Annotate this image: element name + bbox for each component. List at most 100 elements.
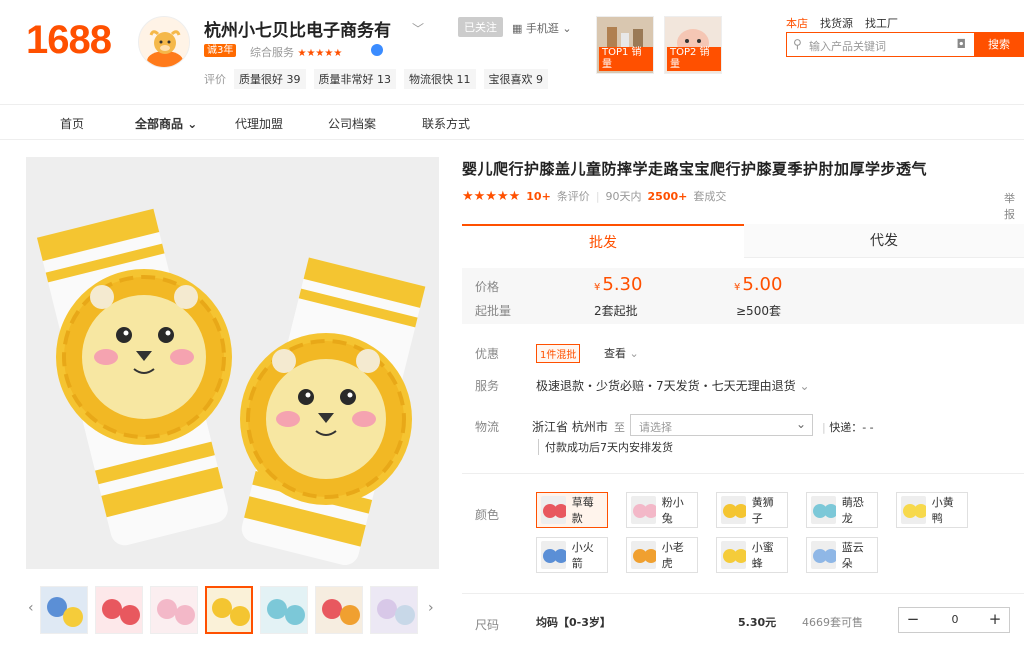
express-fee: | 快递：- -: [822, 421, 874, 434]
mobile-browse-link[interactable]: ▦ 手机逛 ⌄: [512, 20, 572, 36]
chevron-down-icon[interactable]: ﹀: [412, 20, 424, 37]
sku-price: 5.30元: [738, 616, 777, 629]
top-label: TOP1 销量: [599, 47, 653, 71]
color-option-label: 萌恐龙: [841, 496, 864, 525]
destination-placeholder: 请选择: [639, 421, 672, 434]
color-option[interactable]: 粉小兔: [626, 492, 698, 528]
thumbnail[interactable]: [315, 586, 363, 634]
sales-prefix: 90天内: [605, 190, 642, 203]
top-label: TOP2 销量: [667, 47, 721, 71]
rating-stars: ★★★★★: [462, 188, 521, 204]
lion-knee-pads-image: [26, 157, 439, 569]
destination-select[interactable]: 请选择 ⌄: [630, 414, 813, 436]
tab-dropship[interactable]: 代发: [744, 224, 1024, 258]
review-count[interactable]: 10+: [526, 190, 551, 203]
price-box: 价格 起批量 ¥5.30 2套起批 ¥5.00 ≥500套: [462, 268, 1024, 324]
tier-min: ≥500套: [736, 304, 781, 318]
to-label: 至: [614, 421, 625, 434]
service-stars: ★★★★★: [297, 48, 343, 59]
tier-price: ¥5.00: [734, 274, 783, 295]
color-option[interactable]: 小蜜蜂: [716, 537, 788, 573]
color-option[interactable]: 小火箭: [536, 537, 608, 573]
qr-icon: ▦: [512, 22, 523, 35]
combined-service: 综合服务 ★★★★★: [250, 44, 342, 60]
quantity-value[interactable]: 0: [937, 613, 973, 626]
color-swatch: [631, 496, 656, 524]
mobile-label: 手机逛: [525, 22, 559, 35]
scope-tab-factory[interactable]: 找工厂: [865, 15, 898, 31]
top-product-1[interactable]: TOP1 销量: [596, 16, 654, 74]
color-swatch: [721, 496, 746, 524]
shop-name[interactable]: 杭州小七贝比电子商务有: [204, 16, 391, 41]
thumbnail-selected[interactable]: [205, 586, 253, 634]
thumbnail[interactable]: [150, 586, 198, 634]
chevron-down-icon: ⌄: [629, 347, 639, 360]
product-title: 婴儿爬行护膝盖儿童防摔学走路宝宝爬行护膝夏季护肘加厚学步透气: [462, 160, 928, 178]
camera-icon[interactable]: ◘: [957, 37, 967, 51]
nav-home[interactable]: 首页: [60, 115, 84, 132]
nav-contact[interactable]: 联系方式: [422, 115, 470, 132]
color-option[interactable]: 黄狮子: [716, 492, 788, 528]
thumbnail-strip: ‹ ›: [26, 584, 439, 634]
divider: [462, 473, 1024, 474]
service-label: 服务: [475, 379, 500, 393]
top-product-2[interactable]: TOP2 销量: [664, 16, 722, 74]
color-swatch: [541, 541, 566, 569]
search-placeholder: 输入产品关键词: [809, 40, 886, 53]
report-link[interactable]: 举报: [1004, 190, 1024, 222]
scope-tab-source[interactable]: 找货源: [820, 15, 853, 31]
thumbnail[interactable]: [370, 586, 418, 634]
site-logo[interactable]: 1688: [26, 18, 112, 62]
search-icon: ⚲: [793, 37, 802, 51]
service-text[interactable]: 极速退款・少货必赔・7天发货・七天无理由退货 ⌄: [536, 377, 810, 394]
color-swatch: [541, 496, 566, 524]
search-scope-tabs: 本店 找货源 找工厂: [786, 15, 898, 31]
color-option[interactable]: 草莓款: [536, 492, 608, 528]
scope-tab-shop[interactable]: 本店: [786, 15, 808, 31]
shop-avatar[interactable]: [138, 16, 190, 68]
chevron-down-icon: ⌄: [799, 379, 810, 393]
eval-tag[interactable]: 质量很好 39: [234, 69, 306, 89]
year-badge: 诚3年: [204, 44, 237, 57]
thumb-image: [267, 599, 305, 625]
eval-tag[interactable]: 物流很快 11: [404, 69, 476, 89]
thumb-image: [157, 599, 195, 625]
chevron-right-icon[interactable]: ›: [428, 600, 434, 616]
color-option[interactable]: 蓝云朵: [806, 537, 878, 573]
color-swatch: [901, 496, 926, 524]
nav-agency[interactable]: 代理加盟: [235, 115, 283, 132]
chevron-down-icon: ⌄: [795, 417, 806, 431]
product-main-image[interactable]: [26, 157, 439, 569]
chevron-left-icon[interactable]: ‹: [28, 600, 34, 616]
nav-company-profile[interactable]: 公司档案: [328, 115, 376, 132]
color-option-label: 小老虎: [661, 541, 684, 570]
eval-tag[interactable]: 宝很喜欢 9: [483, 69, 548, 89]
chevron-down-icon: ⌄: [562, 22, 572, 35]
promo-view-link[interactable]: 查看 ⌄: [604, 345, 639, 361]
color-option-label: 草莓款: [571, 496, 594, 525]
increment-button[interactable]: +: [983, 610, 1007, 628]
thumbnail[interactable]: [95, 586, 143, 634]
thumbnail[interactable]: [260, 586, 308, 634]
eval-tag[interactable]: 质量非常好 13: [313, 69, 396, 89]
tab-wholesale[interactable]: 批发: [462, 224, 744, 258]
nav-all-products[interactable]: 全部商品 ⌄: [135, 115, 197, 132]
color-option[interactable]: 小老虎: [626, 537, 698, 573]
search-input[interactable]: ⚲ 输入产品关键词 ◘: [786, 32, 974, 57]
minq-label: 起批量: [475, 304, 512, 318]
purchase-mode-tabs: 批发 代发: [462, 224, 1024, 258]
chevron-down-icon: ⌄: [187, 117, 198, 131]
search-button[interactable]: 搜索: [974, 32, 1024, 57]
color-option-label: 粉小兔: [661, 496, 684, 525]
quantity-stepper: − 0 +: [898, 607, 1010, 633]
decrement-button[interactable]: −: [901, 610, 925, 628]
tier-price: ¥5.30: [594, 274, 643, 295]
color-option[interactable]: 小黄鸭: [896, 492, 968, 528]
eval-label: 评价: [204, 73, 226, 86]
color-swatch: [631, 541, 656, 569]
thumbnail[interactable]: [40, 586, 88, 634]
rating-row: ★★★★★ 10+ 条评价 | 90天内 2500+ 套成交: [462, 188, 727, 204]
color-option[interactable]: 萌恐龙: [806, 492, 878, 528]
combined-label: 综合服务: [250, 46, 294, 59]
follow-button[interactable]: 已关注: [458, 17, 503, 37]
